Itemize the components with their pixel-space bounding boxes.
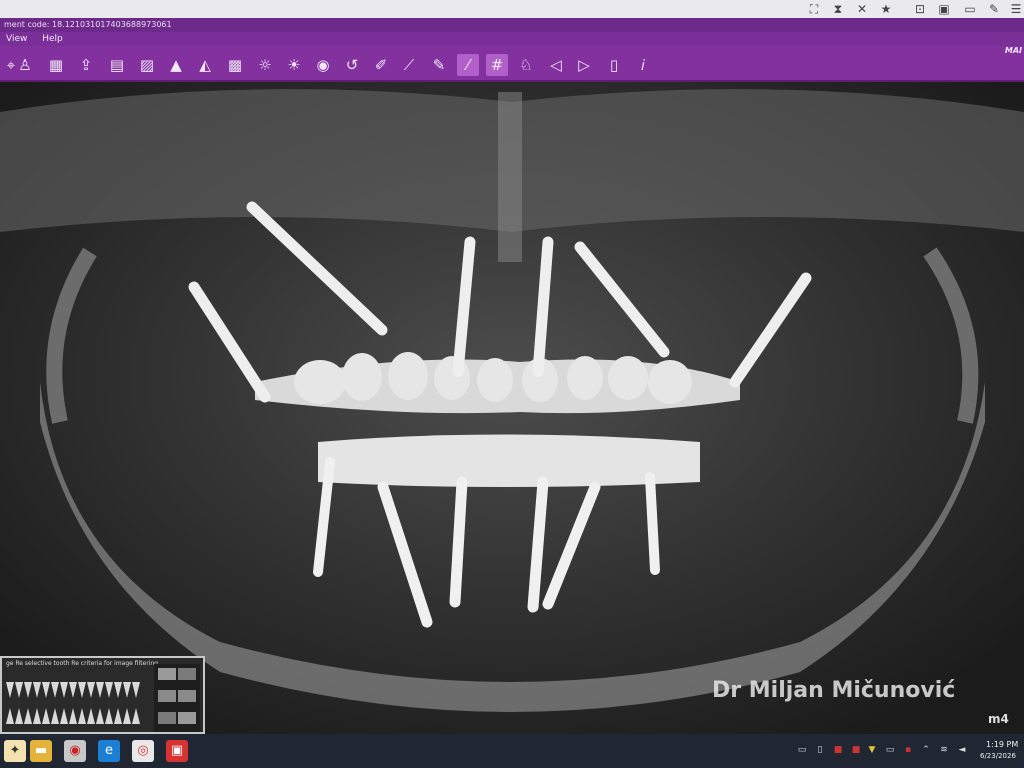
tray-chevron-icon[interactable]: ⌃ xyxy=(920,744,932,756)
extension-icon[interactable]: ⊡ xyxy=(912,1,928,17)
tray-shield-icon[interactable]: ▼ xyxy=(866,744,878,756)
tooth-chart-panel[interactable]: ge Re selective tooth Re criteria for im… xyxy=(0,656,205,734)
tray-app-icon[interactable]: ▭ xyxy=(796,744,808,756)
contrast-icon[interactable]: ☀ xyxy=(283,54,305,76)
star-icon[interactable]: ★ xyxy=(878,1,894,17)
chrome-icon[interactable]: ◎ xyxy=(132,740,154,762)
close-icon[interactable]: ✕ xyxy=(854,1,870,17)
menu-bar: View Help xyxy=(0,32,1024,46)
tooth-chart-graphic xyxy=(6,664,200,732)
toolbar: ⌖ ♙ ▦ ⇪ ▤ ▨ ▲ ◭ ▩ ☼ ☀ ◉ ↺ ✐ ⟋ ✎ ⁄ # ♘ ◁ … xyxy=(0,46,1024,82)
file-explorer-icon[interactable]: ▬ xyxy=(30,740,52,762)
tray-usb-icon[interactable]: ▯ xyxy=(814,744,826,756)
comment-icon[interactable]: ✎ xyxy=(986,1,1002,17)
watermark-text: Dr Miljan Mičunović xyxy=(712,678,956,703)
camera-app-icon[interactable]: ◉ xyxy=(64,740,86,762)
triangle-tool-icon[interactable]: ▲ xyxy=(165,54,187,76)
tray-alert-icon[interactable]: ■ xyxy=(850,744,862,756)
annotate-icon[interactable]: ✐ xyxy=(370,54,392,76)
copilot-icon[interactable]: ✦ xyxy=(4,740,26,762)
browser-toolbar: ⛶ ⧗ ✕ ★ ⊡ ▣ ▭ ✎ ☰ xyxy=(0,0,1024,18)
previous-icon[interactable]: ◁ xyxy=(545,54,567,76)
clock-date[interactable]: 6/23/2026 xyxy=(980,752,1016,760)
reader-icon[interactable]: ▣ xyxy=(936,1,952,17)
menu-help[interactable]: Help xyxy=(36,32,69,46)
filter-icon[interactable]: ◭ xyxy=(194,54,216,76)
mode-label: MAI xyxy=(1004,46,1022,55)
edge-icon[interactable]: e xyxy=(98,740,120,762)
menu-view[interactable]: View xyxy=(0,32,33,46)
picture-icon[interactable]: ▩ xyxy=(224,54,246,76)
image-icon[interactable]: ▨ xyxy=(136,54,158,76)
image-search-icon[interactable]: ⛶ xyxy=(806,1,822,17)
implant-tool-icon[interactable]: ⁄ xyxy=(457,54,479,76)
app-title-bar: ment code: 18.121031017403688973061 xyxy=(0,18,1024,32)
mouse-icon[interactable]: ▯ xyxy=(603,54,625,76)
lasso-icon[interactable]: ↺ xyxy=(341,54,363,76)
info-icon[interactable]: 𝑖 xyxy=(632,54,654,76)
brightness-icon[interactable]: ☼ xyxy=(254,54,276,76)
tray-network-icon[interactable]: ▪ xyxy=(902,744,914,756)
next-icon[interactable]: ▷ xyxy=(573,54,595,76)
tooth-icon[interactable]: ♘ xyxy=(515,54,537,76)
chat-icon[interactable]: ▭ xyxy=(962,1,978,17)
tray-volume-icon[interactable]: ◄ xyxy=(956,744,968,756)
patient-icon[interactable]: ♙ xyxy=(14,54,36,76)
eye-icon[interactable]: ◉ xyxy=(312,54,334,76)
tray-folder-icon[interactable]: ▭ xyxy=(884,744,896,756)
grid-overlay-icon[interactable]: # xyxy=(486,54,508,76)
xray-image xyxy=(0,82,1024,734)
camera-icon[interactable]: ▤ xyxy=(106,54,128,76)
grid-layout-icon[interactable]: ▦ xyxy=(45,54,67,76)
panoramic-xray[interactable]: Dr Miljan Mičunović m4 xyxy=(0,82,1024,734)
profile-icon[interactable]: ☰ xyxy=(1008,1,1024,17)
hourglass-icon[interactable]: ⧗ xyxy=(830,1,846,17)
logo: m4 xyxy=(988,712,1009,726)
document-code: ment code: 18.121031017403688973061 xyxy=(4,20,172,29)
screen: ⛶ ⧗ ✕ ★ ⊡ ▣ ▭ ✎ ☰ ment code: 18.12103101… xyxy=(0,0,1024,768)
brush-icon[interactable]: ✎ xyxy=(428,54,450,76)
clock-time[interactable]: 1:19 PM xyxy=(986,740,1018,749)
app-icon[interactable]: ▣ xyxy=(166,740,188,762)
tray-security-icon[interactable]: ■ xyxy=(832,744,844,756)
export-icon[interactable]: ⇪ xyxy=(75,54,97,76)
ruler-icon[interactable]: ⟋ xyxy=(398,54,420,76)
tray-wifi-icon[interactable]: ≋ xyxy=(938,744,950,756)
taskbar: ✦ ▬ ◉ e ◎ ▣ ▭ ▯ ■ ■ ▼ ▭ ▪ ⌃ ≋ ◄ 1:19 PM … xyxy=(0,734,1024,768)
